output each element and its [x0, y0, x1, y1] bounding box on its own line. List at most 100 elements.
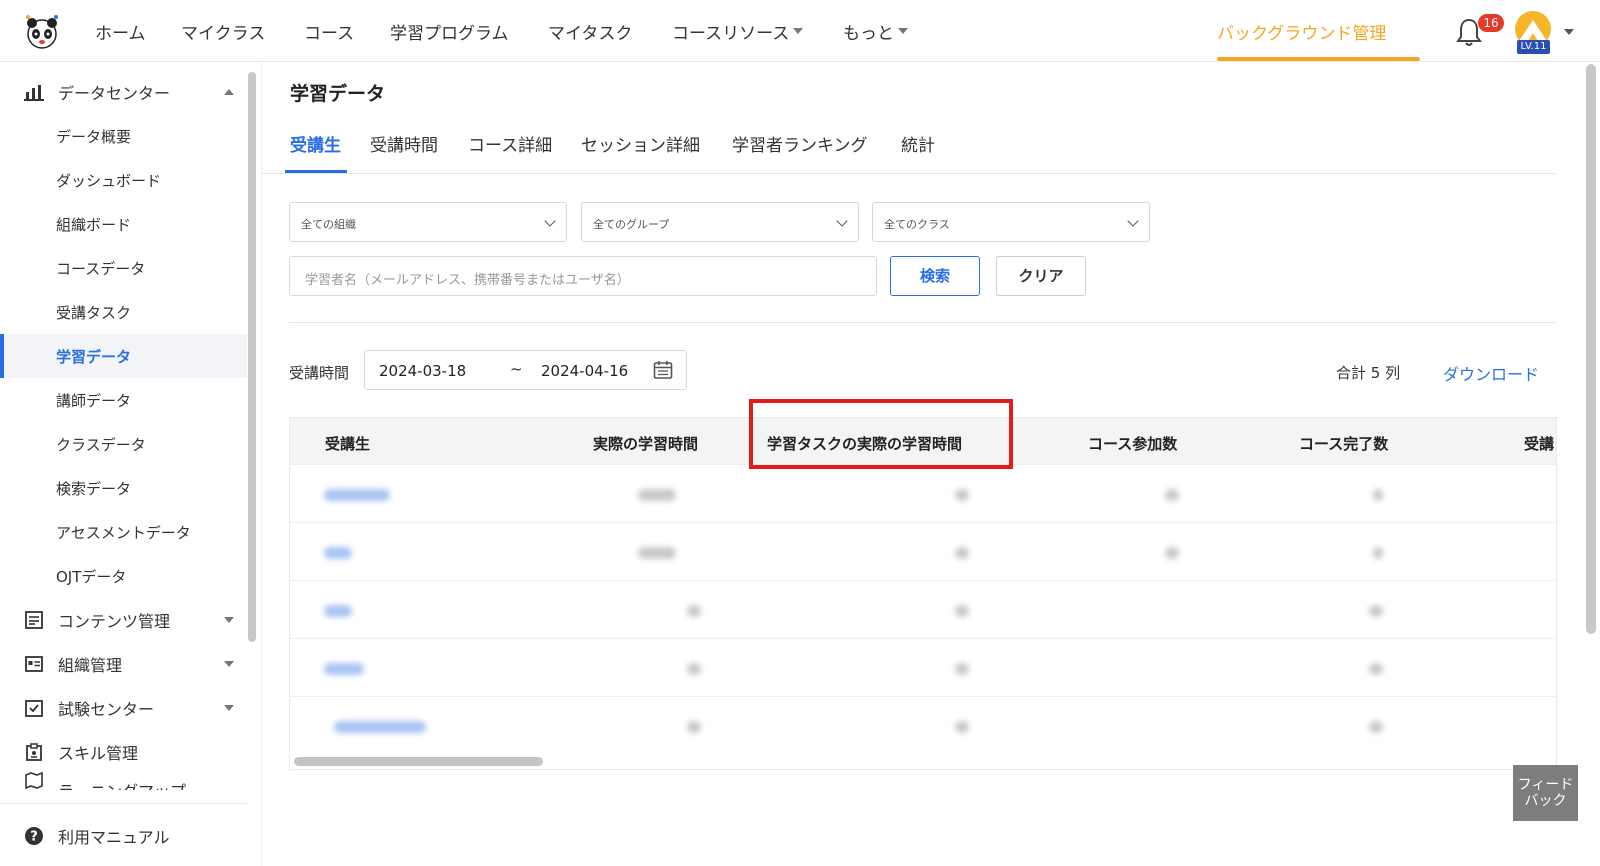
course-joined-value — [1165, 547, 1179, 559]
group-select[interactable]: 全てのグループ — [581, 202, 859, 242]
sidebar-item-instructor-data[interactable]: 講師データ — [0, 378, 247, 422]
student-name-link[interactable] — [324, 663, 364, 675]
table-row[interactable] — [290, 580, 1556, 638]
sidebar-item-dashboard[interactable]: ダッシュボード — [0, 158, 247, 202]
clear-button[interactable]: クリア — [996, 256, 1086, 296]
highlight-annotation-box — [749, 399, 1013, 469]
nav-my-task[interactable]: マイタスク — [548, 19, 632, 44]
nav-learning-program[interactable]: 学習プログラム — [390, 19, 509, 44]
sidebar-item-course-data[interactable]: コースデータ — [0, 246, 247, 290]
sidebar-group-label: スキル管理 — [58, 744, 139, 763]
sidebar-scrollbar[interactable] — [248, 72, 256, 642]
sidebar-group-org-management[interactable]: 組織管理 — [24, 642, 234, 686]
learner-search-input[interactable]: 学習者名（メールアドレス、携帯番号またはユーザ名） — [289, 256, 877, 296]
sidebar-item-data-overview[interactable]: データ概要 — [0, 114, 247, 158]
class-select[interactable]: 全てのクラス — [872, 202, 1150, 242]
nav-course[interactable]: コース — [304, 19, 354, 44]
svg-text:?: ? — [30, 830, 38, 845]
date-start[interactable]: 2024-03-18 — [379, 362, 466, 380]
course-completed-value — [1369, 663, 1383, 675]
task-time-value — [955, 605, 969, 617]
table-row[interactable] — [290, 696, 1556, 754]
chevron-down-icon — [544, 215, 556, 227]
sidebar-item-course-task[interactable]: 受講タスク — [0, 290, 247, 334]
calendar-icon[interactable] — [653, 360, 673, 380]
data-table: 受講生 実際の学習時間 学習タスクの実際の学習時間 コース参加数 コース完了数 … — [289, 417, 1557, 770]
sidebar-group-learning-map[interactable]: ラーニングマップ — [24, 770, 234, 790]
sidebar: データセンター データ概要 ダッシュボード 組織ボード コースデータ 受講タスク… — [0, 62, 262, 866]
task-time-value — [955, 721, 969, 733]
course-completed-value — [1373, 547, 1383, 559]
search-button[interactable]: 検索 — [890, 256, 980, 296]
sidebar-item-org-board[interactable]: 組織ボード — [0, 202, 247, 246]
notification-badge: 16 — [1478, 14, 1504, 32]
sidebar-manual[interactable]: ? 利用マニュアル — [24, 814, 234, 858]
top-nav: ホーム マイクラス コース 学習プログラム マイタスク コースリソース もっと … — [0, 0, 1600, 62]
course-completed-value — [1373, 489, 1383, 501]
tab-learner-ranking[interactable]: 学習者ランキング — [732, 131, 868, 156]
table-row[interactable] — [290, 464, 1556, 522]
tab-study-time[interactable]: 受講時間 — [370, 131, 438, 156]
column-header-course-completed[interactable]: コース完了数 — [1299, 433, 1388, 454]
sidebar-item-ojt-data[interactable]: OJTデータ — [0, 554, 247, 598]
tabs-divider — [262, 173, 1556, 174]
sidebar-group-exam-center[interactable]: 試験センター — [24, 686, 234, 730]
student-name-link[interactable] — [324, 547, 352, 559]
chevron-down-icon — [1127, 215, 1139, 227]
total-count: 合計 5 列 — [1336, 364, 1401, 382]
sidebar-manual-label: 利用マニュアル — [58, 828, 170, 847]
sidebar-item-search-data[interactable]: 検索データ — [0, 466, 247, 510]
study-time-value — [687, 663, 701, 675]
tab-course-details[interactable]: コース詳細 — [468, 131, 552, 156]
study-time-value — [638, 489, 676, 501]
tab-students[interactable]: 受講生 — [290, 131, 341, 156]
table-row[interactable] — [290, 638, 1556, 696]
date-separator: ~ — [510, 360, 523, 378]
help-circle-icon: ? — [24, 826, 44, 846]
org-select[interactable]: 全ての組織 — [289, 202, 567, 242]
student-name-link[interactable] — [334, 721, 426, 733]
chevron-down-icon — [224, 661, 234, 667]
date-end[interactable]: 2024-04-16 — [541, 362, 628, 380]
sidebar-item-assessment-data[interactable]: アセスメントデータ — [0, 510, 247, 554]
sidebar-group-skill-management[interactable]: スキル管理 — [24, 730, 234, 774]
nav-background-admin[interactable]: バックグラウンド管理 — [1217, 19, 1386, 44]
level-badge: LV.11 — [1517, 40, 1550, 54]
column-header-attendance[interactable]: 受講 — [1524, 433, 1554, 454]
filters-divider — [289, 322, 1557, 323]
sidebar-item-class-data[interactable]: クラスデータ — [0, 422, 247, 466]
active-nav-indicator — [1217, 57, 1420, 61]
nav-course-resources[interactable]: コースリソース — [672, 19, 804, 44]
nav-my-class[interactable]: マイクラス — [181, 19, 265, 44]
bar-chart-icon — [24, 82, 44, 102]
sidebar-group-content-management[interactable]: コンテンツ管理 — [24, 598, 234, 642]
id-card-icon — [24, 654, 44, 674]
date-range-picker[interactable]: 2024-03-18 ~ 2024-04-16 — [364, 350, 687, 390]
column-header-student[interactable]: 受講生 — [325, 433, 370, 454]
feedback-button[interactable]: フィード バック — [1513, 765, 1578, 821]
class-select-value: 全てのクラス — [884, 218, 950, 231]
column-header-actual-study-time[interactable]: 実際の学習時間 — [593, 433, 698, 454]
page-scrollbar[interactable] — [1586, 64, 1596, 634]
panda-logo-icon[interactable] — [22, 12, 62, 52]
chevron-down-icon — [793, 28, 804, 34]
map-icon — [24, 770, 44, 790]
nav-more[interactable]: もっと — [843, 19, 908, 44]
sidebar-group-data-center[interactable]: データセンター — [24, 70, 234, 114]
student-name-link[interactable] — [324, 489, 390, 501]
sidebar-group-label: 試験センター — [58, 700, 155, 719]
chevron-down-icon — [836, 215, 848, 227]
chevron-down-icon[interactable] — [1564, 29, 1574, 35]
nav-home[interactable]: ホーム — [95, 19, 146, 44]
content-list-icon — [24, 610, 44, 630]
download-link[interactable]: ダウンロード — [1443, 361, 1539, 385]
tab-session-details[interactable]: セッション詳細 — [581, 131, 700, 156]
tab-statistics[interactable]: 統計 — [901, 131, 935, 156]
table-row[interactable] — [290, 522, 1556, 580]
study-time-value — [638, 547, 676, 559]
sidebar-item-learning-data[interactable]: 学習データ — [0, 334, 247, 378]
table-horizontal-scrollbar[interactable] — [294, 757, 543, 766]
student-name-link[interactable] — [324, 605, 352, 617]
column-header-course-joined[interactable]: コース参加数 — [1088, 433, 1177, 454]
feedback-label: フィード バック — [1517, 777, 1574, 809]
